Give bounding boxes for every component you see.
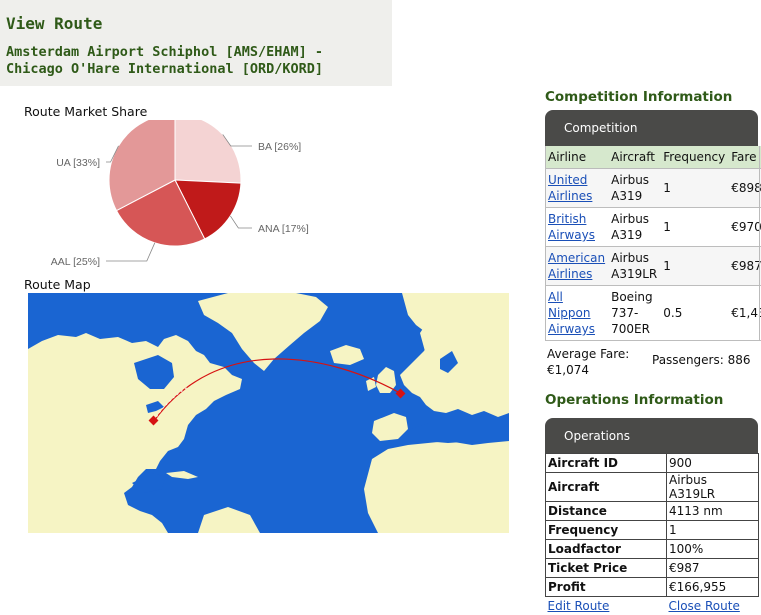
- table-row: Profit€166,955: [546, 578, 759, 597]
- airline-link[interactable]: British Airways: [545, 208, 608, 247]
- passenger-count: Passengers: 886: [652, 353, 751, 367]
- pie-label-aal: AAL [25%]: [51, 256, 100, 268]
- page-header: View Route Amsterdam Airport Schiphol [A…: [0, 0, 392, 86]
- col-fare: Fare: [728, 146, 761, 169]
- pie-label-ana: ANA [17%]: [258, 223, 309, 235]
- frequency-cell: 1: [660, 247, 728, 286]
- iberia-land: [372, 413, 408, 441]
- ops-value: 1: [667, 521, 759, 540]
- pie-label-ba: BA [26%]: [258, 141, 301, 153]
- fare-cell: €970: [728, 208, 761, 247]
- mediterranean-water: [408, 423, 476, 443]
- competition-section-title: Competition Information: [545, 89, 732, 105]
- table-row: Aircraft ID900: [546, 454, 759, 473]
- pie-label-ua: UA [33%]: [56, 157, 100, 169]
- ops-value: €987: [667, 559, 759, 578]
- ops-key: Frequency: [546, 521, 667, 540]
- operations-panel-title: Operations: [564, 429, 630, 443]
- aircraft-cell: Airbus A319: [608, 169, 660, 208]
- competition-table: Airline Aircraft Frequency Fare United A…: [545, 146, 761, 341]
- frequency-cell: 1: [660, 208, 728, 247]
- aircraft-cell: Boeing 737-700ER: [608, 286, 660, 341]
- col-aircraft: Aircraft: [608, 146, 660, 169]
- average-fare: Average Fare: €1,074: [547, 346, 647, 378]
- south-america-land: [198, 507, 260, 533]
- table-row: British Airways Airbus A319 1 €970: [545, 208, 761, 247]
- frequency-cell: 1: [660, 169, 728, 208]
- fare-cell: €987: [728, 247, 761, 286]
- cuba-land: [166, 471, 198, 479]
- ops-key: Aircraft ID: [546, 454, 667, 473]
- table-row: American Airlines Airbus A319LR 1 €987: [545, 247, 761, 286]
- fare-cell: €1,439: [728, 286, 761, 341]
- fare-cell: €898: [728, 169, 761, 208]
- table-row: AircraftAirbus A319LR: [546, 473, 759, 502]
- airline-link[interactable]: All Nippon Airways: [545, 286, 608, 341]
- africa-land: [364, 441, 509, 533]
- table-row: Loadfactor100%: [546, 540, 759, 559]
- route-map-title: Route Map: [24, 277, 91, 292]
- competition-panel-header: Competition: [545, 110, 758, 146]
- table-row: Distance4113 nm: [546, 502, 759, 521]
- ops-key: Distance: [546, 502, 667, 521]
- pie-leader-ana: [230, 216, 252, 228]
- airline-link[interactable]: American Airlines: [545, 247, 608, 286]
- amsterdam-marker: [396, 389, 406, 399]
- ops-value: Airbus A319LR: [667, 473, 759, 502]
- ops-value: 4113 nm: [667, 502, 759, 521]
- operations-table: Aircraft ID900 AircraftAirbus A319LR Dis…: [545, 453, 759, 615]
- competition-header-row: Airline Aircraft Frequency Fare: [545, 146, 761, 169]
- col-airline: Airline: [545, 146, 608, 169]
- table-row: Frequency1: [546, 521, 759, 540]
- page-title: View Route: [6, 14, 102, 33]
- competition-panel-title: Competition: [564, 121, 637, 135]
- ops-value: 900: [667, 454, 759, 473]
- route-name: Amsterdam Airport Schiphol [AMS/EHAM] - …: [6, 44, 386, 78]
- ops-key: Ticket Price: [546, 559, 667, 578]
- operations-panel-header: Operations: [545, 418, 758, 454]
- ops-links-row: Edit Route Close Route: [546, 597, 759, 615]
- edit-route-link[interactable]: Edit Route: [548, 599, 610, 613]
- table-row: Ticket Price€987: [546, 559, 759, 578]
- table-row: United Airlines Airbus A319 1 €898: [545, 169, 761, 208]
- table-row: All Nippon Airways Boeing 737-700ER 0.5 …: [545, 286, 761, 341]
- pie-leader-aal: [106, 243, 155, 261]
- land-masses: [28, 293, 509, 533]
- ops-key: Loadfactor: [546, 540, 667, 559]
- pie-slice-ba: [175, 120, 241, 183]
- aircraft-cell: Airbus A319LR: [608, 247, 660, 286]
- airline-link[interactable]: United Airlines: [545, 169, 608, 208]
- market-share-pie-chart: BA [26%] ANA [17%] AAL [25%] UA [33%]: [20, 120, 340, 280]
- ops-key: Aircraft: [546, 473, 667, 502]
- col-frequency: Frequency: [660, 146, 728, 169]
- aircraft-cell: Airbus A319: [608, 208, 660, 247]
- frequency-cell: 0.5: [660, 286, 728, 341]
- iceland-land: [330, 345, 364, 365]
- market-share-title: Route Market Share: [24, 104, 147, 119]
- route-map: [28, 293, 509, 533]
- ops-value: 100%: [667, 540, 759, 559]
- route-map-svg: [28, 293, 509, 533]
- ops-key: Profit: [546, 578, 667, 597]
- close-route-link[interactable]: Close Route: [669, 599, 740, 613]
- ops-value: €166,955: [667, 578, 759, 597]
- operations-section-title: Operations Information: [545, 392, 723, 408]
